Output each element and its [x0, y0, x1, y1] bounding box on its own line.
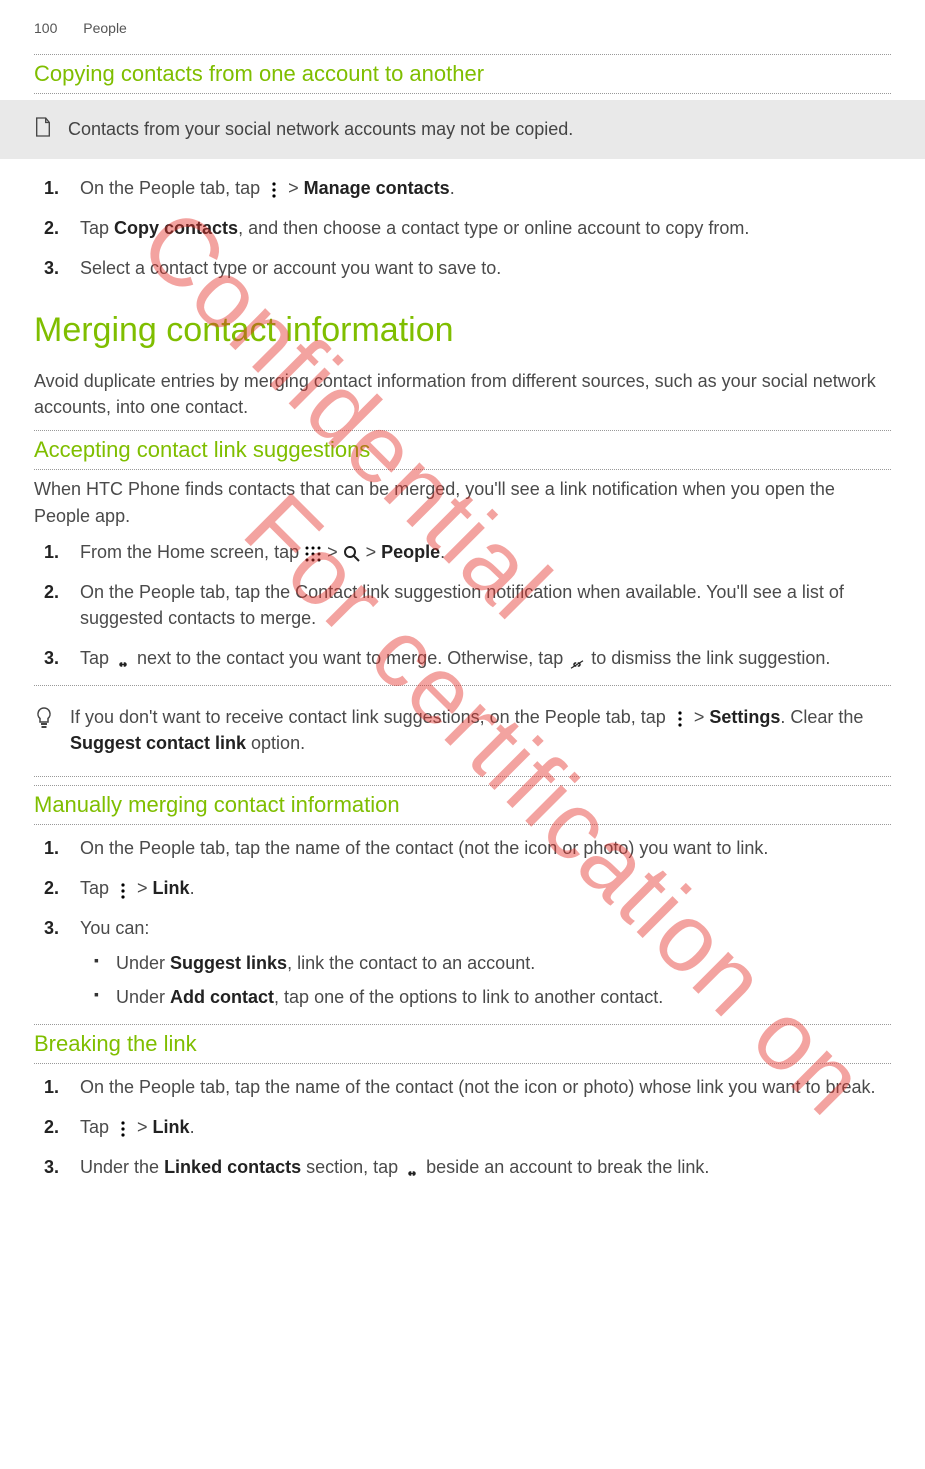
list-item: Tap > Link.: [80, 1114, 891, 1140]
text: >: [283, 178, 304, 198]
text: to dismiss the link suggestion.: [586, 648, 830, 668]
list-item: You can: Under Suggest links, link the c…: [80, 915, 891, 1009]
steps-breaking: On the People tab, tap the name of the c…: [34, 1074, 891, 1180]
steps-manually: On the People tab, tap the name of the c…: [34, 835, 891, 1009]
tip-text: If you don't want to receive contact lin…: [70, 704, 891, 756]
list-item: Tap Copy contacts, and then choose a con…: [80, 215, 891, 241]
text: Under: [116, 953, 170, 973]
text: . Clear the: [780, 707, 863, 727]
list-item: Select a contact type or account you wan…: [80, 255, 891, 281]
text: beside an account to break the link.: [421, 1157, 709, 1177]
divider: [34, 430, 891, 431]
apps-icon: [304, 544, 322, 562]
text: You can:: [80, 918, 149, 938]
more-icon: [671, 709, 689, 727]
list-item: Tap next to the contact you want to merg…: [80, 645, 891, 671]
heading-accepting: Accepting contact link suggestions: [34, 437, 891, 463]
text: .: [190, 1117, 195, 1137]
page-header: 100 People: [34, 20, 891, 36]
more-icon: [114, 881, 132, 899]
text: Link: [153, 1117, 190, 1137]
text: People: [381, 542, 440, 562]
list-item: On the People tab, tap the Contact link …: [80, 579, 891, 631]
divider: [34, 1024, 891, 1025]
search-icon: [343, 544, 361, 562]
text: Linked contacts: [164, 1157, 301, 1177]
text: , and then choose a contact type or onli…: [238, 218, 749, 238]
list-item: On the People tab, tap the name of the c…: [80, 1074, 891, 1100]
link-icon: [114, 650, 132, 668]
text: Tap: [80, 1117, 114, 1137]
text: From the Home screen, tap: [80, 542, 304, 562]
note-text: Contacts from your social network accoun…: [68, 119, 573, 140]
more-icon: [265, 180, 283, 198]
divider: [34, 824, 891, 825]
more-icon: [114, 1119, 132, 1137]
text: Settings: [709, 707, 780, 727]
bullet-list: Under Suggest links, link the contact to…: [80, 950, 891, 1010]
text: .: [190, 878, 195, 898]
text: option.: [246, 733, 305, 753]
text: Tap: [80, 218, 114, 238]
text: section, tap: [301, 1157, 403, 1177]
divider: [34, 1063, 891, 1064]
text: >: [132, 878, 153, 898]
heading-merging: Merging contact information: [34, 311, 891, 350]
text: , tap one of the options to link to anot…: [274, 987, 663, 1007]
paragraph: Avoid duplicate entries by merging conta…: [34, 368, 891, 420]
text: Under: [116, 987, 170, 1007]
heading-copying: Copying contacts from one account to ano…: [34, 61, 891, 87]
text: >: [132, 1117, 153, 1137]
text: Link: [153, 878, 190, 898]
text: , link the contact to an account.: [287, 953, 535, 973]
bulb-icon: [34, 706, 56, 737]
text: Copy contacts: [114, 218, 238, 238]
text: >: [322, 542, 343, 562]
paragraph: When HTC Phone finds contacts that can b…: [34, 476, 891, 528]
list-item: From the Home screen, tap > > People.: [80, 539, 891, 565]
text: On the People tab, tap: [80, 178, 265, 198]
divider: [34, 785, 891, 786]
tip-box: If you don't want to receive contact lin…: [34, 694, 891, 766]
heading-breaking: Breaking the link: [34, 1031, 891, 1057]
page-section: People: [83, 20, 127, 36]
heading-manually: Manually merging contact information: [34, 792, 891, 818]
text: .: [440, 542, 445, 562]
steps-copying: On the People tab, tap > Manage contacts…: [34, 175, 891, 281]
text: Tap: [80, 648, 114, 668]
steps-accepting: From the Home screen, tap > > People. On…: [34, 539, 891, 671]
text: next to the contact you want to merge. O…: [132, 648, 568, 668]
text: If you don't want to receive contact lin…: [70, 707, 671, 727]
text: Manage contacts: [304, 178, 450, 198]
text: >: [689, 707, 710, 727]
text: .: [450, 178, 455, 198]
list-item: Under Suggest links, link the contact to…: [116, 950, 891, 976]
divider: [34, 54, 891, 55]
divider: [34, 776, 891, 777]
page-number: 100: [34, 20, 57, 36]
text: Suggest contact link: [70, 733, 246, 753]
divider: [34, 685, 891, 686]
text: Tap: [80, 878, 114, 898]
text: Add contact: [170, 987, 274, 1007]
broken-link-icon: [568, 650, 586, 668]
link-icon: [403, 1159, 421, 1177]
list-item: On the People tab, tap the name of the c…: [80, 835, 891, 861]
list-item: Under Add contact, tap one of the option…: [116, 984, 891, 1010]
divider: [34, 93, 891, 94]
note-box: Contacts from your social network accoun…: [0, 100, 925, 159]
text: Under the: [80, 1157, 164, 1177]
text: Suggest links: [170, 953, 287, 973]
divider: [34, 469, 891, 470]
list-item: On the People tab, tap > Manage contacts…: [80, 175, 891, 201]
list-item: Under the Linked contacts section, tap b…: [80, 1154, 891, 1180]
text: >: [361, 542, 382, 562]
list-item: Tap > Link.: [80, 875, 891, 901]
note-icon: [34, 116, 54, 143]
page: 100 People Copying contacts from one acc…: [0, 0, 925, 1234]
